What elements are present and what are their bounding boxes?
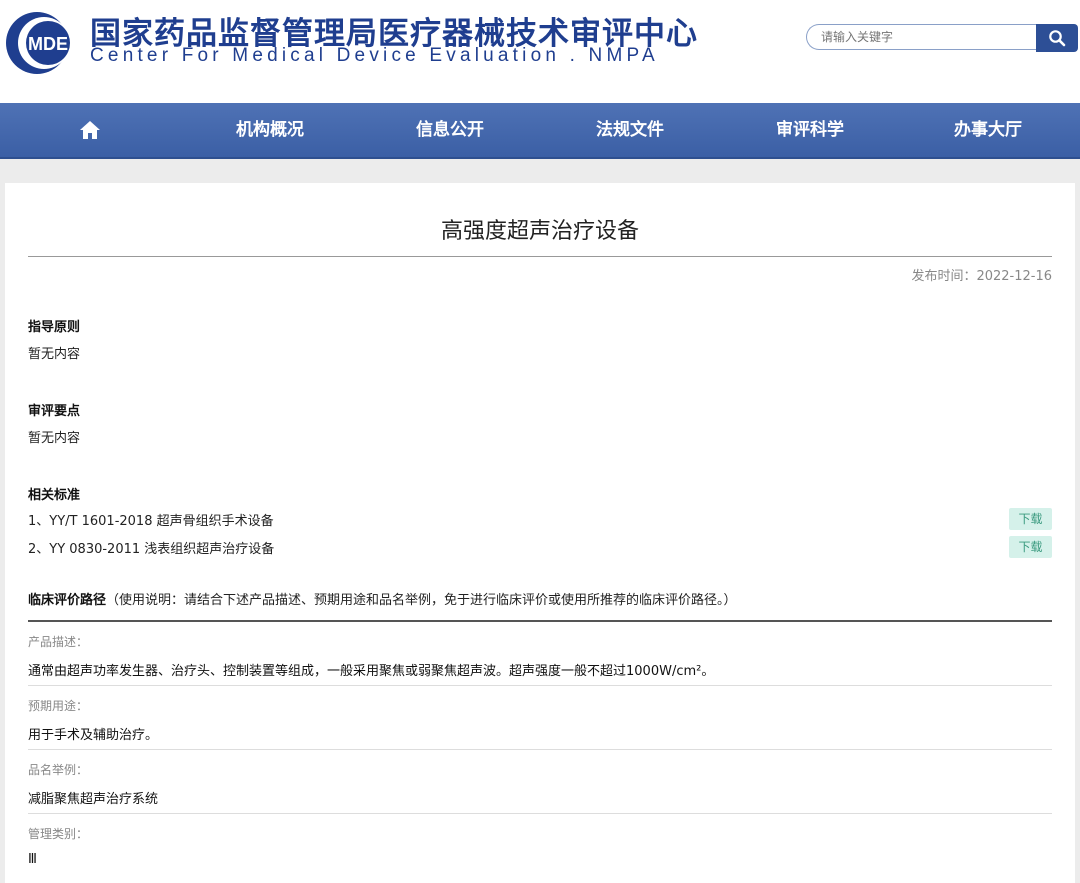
clinical-path-title: 临床评价路径 [28, 593, 107, 608]
standard-text: 2、YY 0830-2011 浅表组织超声治疗设备 [28, 542, 275, 557]
nav-item-review-science[interactable]: 审评科学 [776, 103, 844, 157]
review-points-heading: 审评要点 [28, 404, 81, 419]
download-button[interactable]: 下载 [1009, 536, 1052, 558]
search-icon [1049, 30, 1066, 47]
field-divider [28, 685, 1052, 686]
search-input[interactable] [806, 24, 1036, 50]
nav-item-info-disclosure[interactable]: 信息公开 [416, 103, 484, 157]
publish-time: 发布时间：2022-12-16 [911, 269, 1052, 284]
standard-text: 1、YY/T 1601-2018 超声骨组织手术设备 [28, 514, 274, 529]
clinical-path-heading: 临床评价路径（使用说明：请结合下述产品描述、预期用途和品名举例，免于进行临床评价… [28, 589, 737, 608]
search-button[interactable] [1036, 24, 1078, 52]
field-divider [28, 813, 1052, 814]
site-header: MDE 国家药品监督管理局医疗器械技术审评中心 Center For Medic… [0, 0, 1080, 103]
home-icon[interactable] [79, 120, 101, 140]
management-category-value: Ⅲ [28, 852, 37, 867]
standards-heading: 相关标准 [28, 488, 81, 503]
product-name-example-value: 减脂聚焦超声治疗系统 [28, 792, 159, 807]
download-button[interactable]: 下载 [1009, 508, 1052, 530]
page-title: 高强度超声治疗设备 [440, 219, 639, 244]
clinical-path-note: （使用说明：请结合下述产品描述、预期用途和品名举例，免于进行临床评价或使用所推荐… [106, 593, 737, 608]
product-description-label: 产品描述： [28, 635, 89, 649]
title-divider [28, 256, 1052, 257]
logo-text: MDE [28, 34, 68, 54]
product-description-value: 通常由超声功率发生器、治疗头、控制装置等组成，一般采用聚焦或弱聚焦超声波。超声强… [28, 664, 715, 679]
clinical-divider [28, 620, 1052, 622]
content-card: 高强度超声治疗设备 发布时间：2022-12-16 指导原则 暂无内容 审评要点… [5, 183, 1075, 883]
mde-logo-icon[interactable]: MDE [4, 10, 70, 76]
review-points-text: 暂无内容 [28, 431, 81, 446]
main-nav: 机构概况 信息公开 法规文件 审评科学 办事大厅 [0, 103, 1080, 159]
field-divider [28, 749, 1052, 750]
standard-row: 1、YY/T 1601-2018 超声骨组织手术设备 下载 [28, 508, 1052, 530]
search-box [806, 24, 1078, 52]
nav-item-service-hall[interactable]: 办事大厅 [954, 103, 1022, 157]
nav-item-regulations[interactable]: 法规文件 [596, 103, 664, 157]
intended-use-value: 用于手术及辅助治疗。 [28, 728, 159, 743]
nav-item-about[interactable]: 机构概况 [236, 103, 304, 157]
product-name-example-label: 品名举例： [28, 763, 89, 777]
intended-use-label: 预期用途： [28, 699, 89, 713]
management-category-label: 管理类别： [28, 827, 89, 841]
guidance-heading: 指导原则 [28, 320, 81, 335]
guidance-text: 暂无内容 [28, 347, 81, 362]
standard-row: 2、YY 0830-2011 浅表组织超声治疗设备 下载 [28, 536, 1052, 558]
site-title-english: Center For Medical Device Evaluation . N… [90, 45, 659, 66]
